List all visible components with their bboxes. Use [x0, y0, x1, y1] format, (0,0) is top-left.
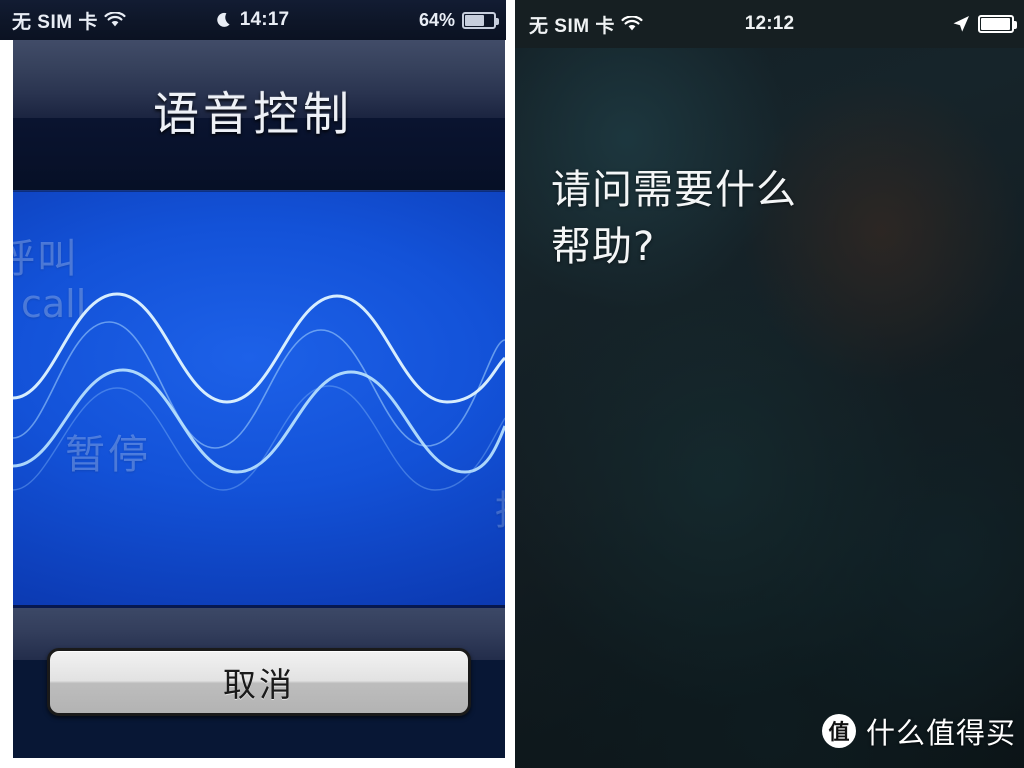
page-title: 语音控制: [153, 87, 353, 141]
left-status-battery-group: 64%: [418, 9, 499, 31]
watermark: 值 什么值得买: [821, 710, 1016, 752]
right-status-bar: 无 SIM 卡 12:12: [515, 0, 1024, 48]
right-status-battery-group: [951, 14, 1017, 34]
siri-prompt-line-1: 请问需要什么: [551, 167, 797, 213]
location-arrow-icon: [951, 14, 971, 34]
status-time: 12:12: [744, 13, 795, 34]
battery-icon: [462, 11, 499, 29]
cancel-button-label: 取消: [223, 665, 295, 704]
left-phone-left-edge: [0, 40, 13, 758]
watermark-logo-icon: 值: [821, 714, 856, 748]
siri-prompt-text: 请问需要什么 帮助?: [551, 162, 971, 276]
right-phone-siri-screen: 无 SIM 卡 12:12 请问需要什么 帮助? 值 什么值得买: [515, 0, 1024, 768]
left-phone-voice-control-screen: 无 SIM 卡 14:17 64% 语音控制 呼叫 call 暂停 取消: [0, 0, 506, 768]
left-phone-bottom-edge: [0, 758, 506, 768]
comparison-screenshot: 无 SIM 卡 14:17 64% 语音控制 呼叫 call 暂停 取消 无 S…: [0, 0, 1024, 768]
cancel-button[interactable]: 取消: [47, 648, 471, 716]
siri-blurred-background: [515, 0, 1024, 768]
battery-icon: [978, 15, 1017, 33]
status-time: 14:17: [239, 9, 290, 30]
left-status-bar: 无 SIM 卡 14:17 64%: [0, 0, 506, 40]
watermark-label: 什么值得买: [865, 716, 1016, 750]
right-status-time-group: 12:12: [515, 13, 1024, 35]
crescent-moon-icon: [216, 12, 233, 29]
voice-control-panel: 呼叫 call 暂停 播: [13, 190, 505, 608]
panel-divider-gap: [506, 0, 515, 768]
audio-waveform: [13, 292, 505, 491]
battery-percent-label: 64%: [418, 9, 455, 30]
siri-prompt-line-2: 帮助?: [551, 223, 656, 270]
